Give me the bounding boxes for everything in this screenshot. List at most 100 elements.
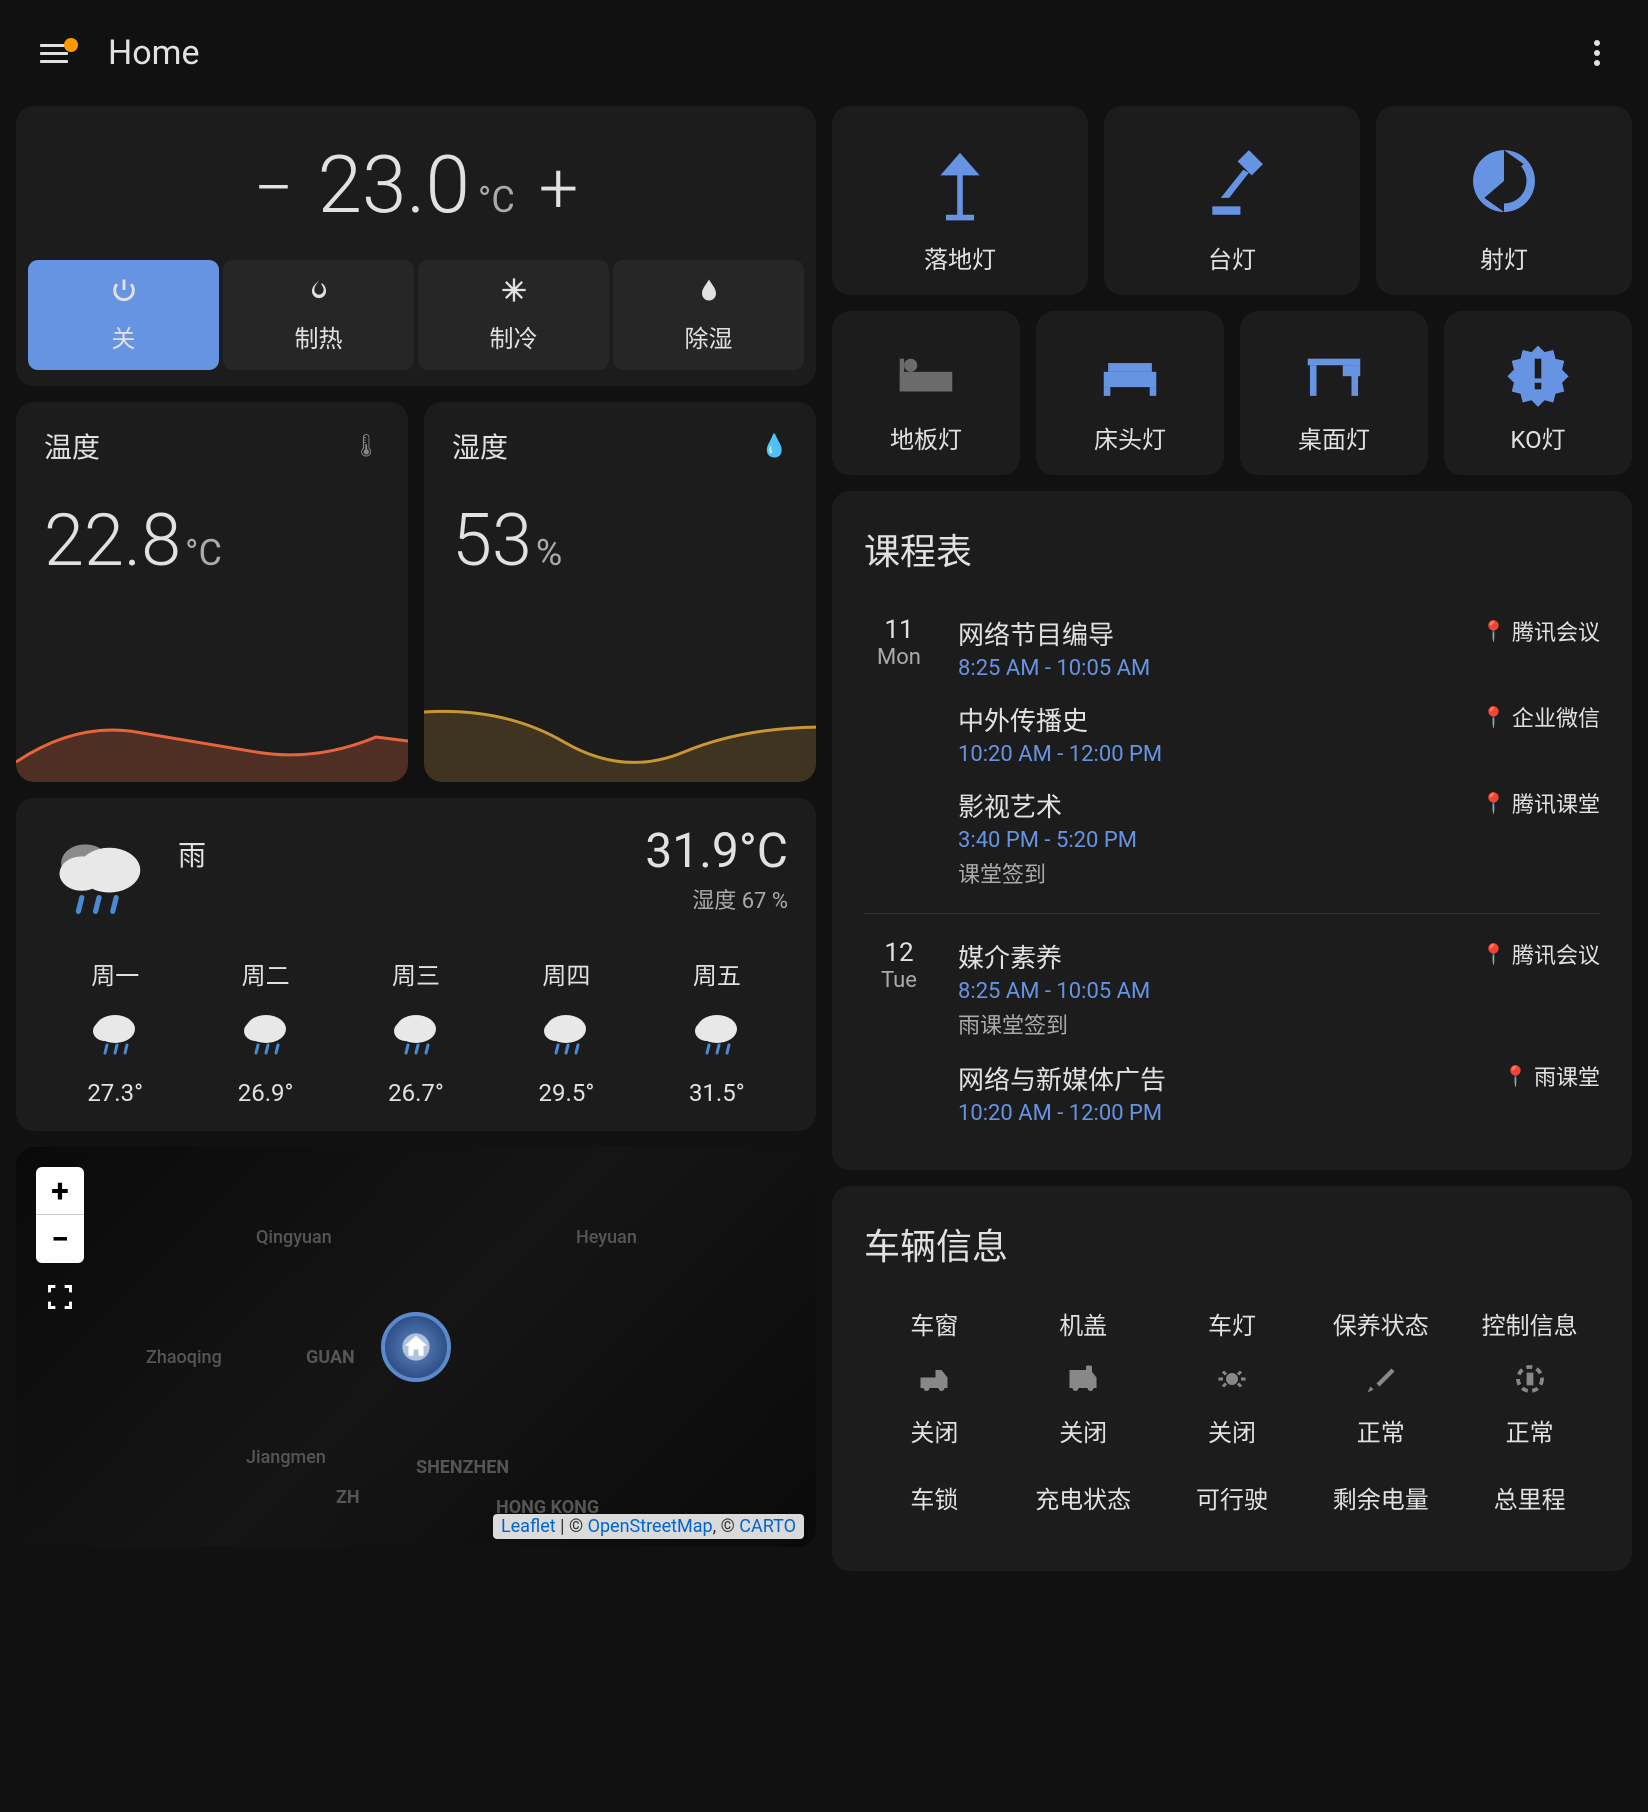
- event-note: 雨课堂签到: [958, 1008, 1481, 1040]
- forecast-day[interactable]: 周一 27.3°: [44, 956, 186, 1107]
- carto-link[interactable]: CARTO: [739, 1516, 796, 1537]
- vehicle-label: 车灯: [1166, 1306, 1299, 1341]
- vehicle-label: 车窗: [868, 1306, 1001, 1341]
- couch-icon: [1048, 331, 1212, 416]
- location-pin-icon: 📍: [1481, 619, 1506, 643]
- forecast-day-label: 周一: [44, 956, 186, 991]
- light-label: 桌面灯: [1252, 420, 1416, 455]
- mode-label: 关: [112, 325, 136, 353]
- schedule-event[interactable]: 中外传播史 10:20 AM - 12:00 PM 📍企业微信: [958, 701, 1600, 767]
- vehicle-status-item[interactable]: 车灯关闭: [1162, 1298, 1303, 1456]
- vehicle-label: 总里程: [1463, 1480, 1596, 1515]
- vehicle-label: 机盖: [1017, 1306, 1150, 1341]
- temp-plus-button[interactable]: +: [523, 148, 595, 230]
- light-desk[interactable]: 桌面灯: [1240, 311, 1428, 475]
- event-time: 3:40 PM - 5:20 PM: [958, 828, 1481, 853]
- light-floor-lamp[interactable]: 落地灯: [832, 106, 1088, 295]
- vehicle-label: 车锁: [868, 1480, 1001, 1515]
- forecast-day-label: 周二: [194, 956, 336, 991]
- vehicle-status-item[interactable]: 充电状态: [1013, 1472, 1154, 1539]
- map-label: Qingyuan: [256, 1227, 332, 1248]
- event-time: 10:20 AM - 12:00 PM: [958, 1101, 1503, 1126]
- mode-label: 制热: [295, 325, 343, 353]
- light-spotlight[interactable]: 射灯: [1376, 106, 1632, 295]
- mode-snowflake-button[interactable]: 制冷: [418, 260, 609, 370]
- event-location: 📍腾讯课堂: [1481, 787, 1600, 819]
- schedule-event[interactable]: 影视艺术 3:40 PM - 5:20 PM 课堂签到 📍腾讯课堂: [958, 787, 1600, 889]
- mode-fire-button[interactable]: 制热: [223, 260, 414, 370]
- forecast-day[interactable]: 周二26.9°: [194, 956, 336, 1107]
- light-couch[interactable]: 床头灯: [1036, 311, 1224, 475]
- vehicle-status-icon: [868, 1357, 1001, 1401]
- map-card[interactable]: Qingyuan Heyuan Zhaoqing GUAN Jiangmen S…: [16, 1147, 816, 1547]
- rain-icon: [234, 1003, 298, 1067]
- light-label: 台灯: [1116, 240, 1348, 275]
- vehicle-status-item[interactable]: 可行驶: [1162, 1472, 1303, 1539]
- mode-droplet-button[interactable]: 除湿: [613, 260, 804, 370]
- location-pin-icon: 📍: [1481, 791, 1506, 815]
- vehicle-status-item[interactable]: 保养状态正常: [1310, 1298, 1451, 1456]
- zoom-in-button[interactable]: +: [36, 1167, 84, 1215]
- forecast-day[interactable]: 周三26.7°: [345, 956, 487, 1107]
- light-alert[interactable]: KO灯: [1444, 311, 1632, 475]
- light-bed[interactable]: 地板灯: [832, 311, 1020, 475]
- event-location: 📍企业微信: [1481, 701, 1600, 733]
- vehicle-status-icon: [1463, 1357, 1596, 1401]
- temp-minus-button[interactable]: −: [238, 148, 310, 230]
- map-label: SHENZHEN: [416, 1457, 509, 1478]
- leaflet-link[interactable]: Leaflet: [501, 1516, 556, 1537]
- fullscreen-button[interactable]: [40, 1277, 80, 1317]
- thermometer-icon: 🌡: [352, 434, 380, 459]
- vehicle-status-icon: [1314, 1357, 1447, 1401]
- vehicle-value: 关闭: [868, 1413, 1001, 1448]
- schedule-date: 11 Mon: [864, 615, 934, 889]
- vehicle-label: 剩余电量: [1314, 1480, 1447, 1515]
- forecast-day[interactable]: 周四29.5°: [495, 956, 637, 1107]
- light-desk-lamp[interactable]: 台灯: [1104, 106, 1360, 295]
- zoom-out-button[interactable]: −: [36, 1215, 84, 1263]
- vehicle-status-item[interactable]: 控制信息正常: [1459, 1298, 1600, 1456]
- temperature-sensor-card[interactable]: 温度 🌡 22.8°C: [16, 402, 408, 782]
- fire-icon: [231, 276, 406, 311]
- weather-temp: 31.9°C: [645, 822, 788, 879]
- mode-label: 除湿: [685, 325, 733, 353]
- thermostat-unit: °C: [478, 179, 515, 221]
- weather-humidity: 湿度 67 %: [645, 883, 788, 915]
- vehicle-status-item[interactable]: 车窗关闭: [864, 1298, 1005, 1456]
- location-pin-icon: 📍: [1481, 705, 1506, 729]
- vehicle-value: 正常: [1463, 1413, 1596, 1448]
- schedule-event[interactable]: 网络与新媒体广告 10:20 AM - 12:00 PM 📍雨课堂: [958, 1060, 1600, 1126]
- rain-icon: [534, 1003, 598, 1067]
- forecast-day-label: 周四: [495, 956, 637, 991]
- thermostat-value: 23.0: [318, 138, 470, 232]
- vehicle-status-item[interactable]: 机盖关闭: [1013, 1298, 1154, 1456]
- sensor-title: 湿度: [452, 426, 508, 466]
- more-button[interactable]: [1586, 32, 1608, 74]
- forecast-temp: 31.5°: [646, 1079, 788, 1107]
- mode-power-button[interactable]: 关: [28, 260, 219, 370]
- forecast-day[interactable]: 周五31.5°: [646, 956, 788, 1107]
- vehicle-marker[interactable]: [381, 1312, 451, 1382]
- humidity-sensor-card[interactable]: 湿度 💧 53%: [424, 402, 816, 782]
- sensor-title: 温度: [44, 426, 100, 466]
- forecast-temp: 27.3°: [44, 1079, 186, 1107]
- weather-card[interactable]: 雨 31.9°C 湿度 67 % 周一27.3°周二26.9°周三26.7°周四…: [16, 798, 816, 1131]
- vehicle-status-icon: [1166, 1357, 1299, 1401]
- event-location: 📍雨课堂: [1503, 1060, 1600, 1092]
- schedule-day: 11 Mon 网络节目编导 8:25 AM - 10:05 AM 📍腾讯会议 中…: [864, 603, 1600, 901]
- page-title: Home: [108, 33, 200, 73]
- schedule-day: 12 Tue 媒介素养 8:25 AM - 10:05 AM 雨课堂签到 📍腾讯…: [864, 913, 1600, 1138]
- light-label: 地板灯: [844, 420, 1008, 455]
- vehicle-status-item[interactable]: 剩余电量: [1310, 1472, 1451, 1539]
- schedule-event[interactable]: 网络节目编导 8:25 AM - 10:05 AM 📍腾讯会议: [958, 615, 1600, 681]
- map-label: Zhaoqing: [146, 1347, 222, 1368]
- menu-button[interactable]: [40, 44, 68, 63]
- osm-link[interactable]: OpenStreetMap: [588, 1516, 713, 1537]
- sensor-unit: %: [536, 532, 562, 574]
- vehicle-status-item[interactable]: 车锁: [864, 1472, 1005, 1539]
- vehicle-status-item[interactable]: 总里程: [1459, 1472, 1600, 1539]
- vehicle-title: 车辆信息: [864, 1218, 1600, 1270]
- schedule-event[interactable]: 媒介素养 8:25 AM - 10:05 AM 雨课堂签到 📍腾讯会议: [958, 938, 1600, 1040]
- light-label: 落地灯: [844, 240, 1076, 275]
- event-note: 课堂签到: [958, 857, 1481, 889]
